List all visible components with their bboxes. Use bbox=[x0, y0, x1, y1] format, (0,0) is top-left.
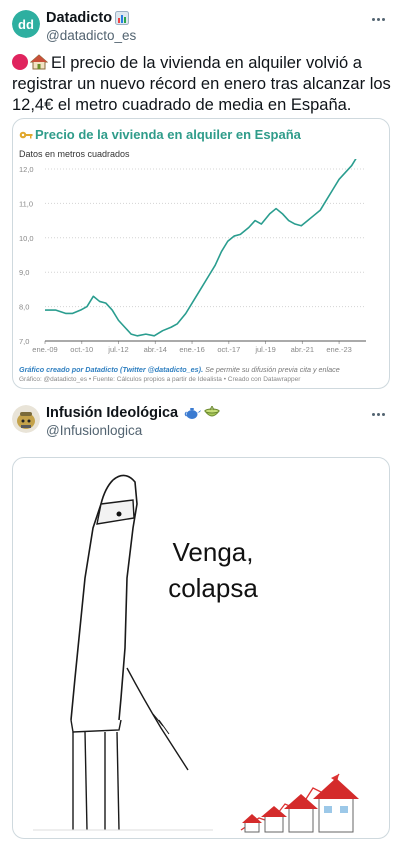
house-icon bbox=[284, 794, 318, 833]
meme-caption-line: Venga, bbox=[172, 537, 254, 567]
x-tick-label: oct.-10 bbox=[70, 345, 93, 354]
user-handle[interactable]: @Infusionlogica bbox=[46, 423, 142, 438]
chart-title: Precio de la vivienda en alquiler en Esp… bbox=[35, 127, 301, 142]
red-circle-icon bbox=[12, 54, 28, 70]
house-icon bbox=[313, 778, 359, 833]
display-name[interactable]: Infusión Ideológica bbox=[46, 405, 178, 421]
x-tick-label: oct.-17 bbox=[217, 345, 240, 354]
more-options-button[interactable] bbox=[366, 12, 390, 26]
more-dot-icon bbox=[376, 412, 380, 416]
chart-card[interactable]: Precio de la vivienda en alquiler en Esp… bbox=[12, 118, 390, 389]
meme-caption: Venga, colapsa bbox=[153, 534, 273, 606]
more-dot-icon bbox=[376, 17, 380, 21]
x-tick-label: jul.-19 bbox=[254, 345, 275, 354]
meme-caption-line: colapsa bbox=[168, 573, 258, 603]
matcha-tea-icon bbox=[204, 406, 221, 417]
chart-title-row: Precio de la vivienda en alquiler en Esp… bbox=[19, 127, 301, 142]
tweet-text: El precio de la vivienda en alquiler vol… bbox=[12, 53, 392, 116]
house-icon bbox=[261, 806, 287, 833]
y-tick-label: 12,0 bbox=[19, 165, 34, 174]
x-tick-label: ene.-16 bbox=[179, 345, 204, 354]
y-tick-label: 9,0 bbox=[19, 268, 29, 277]
avatar-text: dd bbox=[18, 17, 34, 32]
more-dot-icon bbox=[381, 412, 385, 416]
more-dot-icon bbox=[371, 412, 375, 416]
tweet-infusion: Infusión Ideológica @Infusionlogica Veng… bbox=[0, 395, 400, 844]
tweet-body-text: El precio de la vivienda en alquiler vol… bbox=[12, 54, 391, 114]
y-tick-label: 8,0 bbox=[19, 303, 29, 312]
house-icon bbox=[30, 54, 48, 70]
x-tick-label: ene.-23 bbox=[326, 345, 351, 354]
teapot-icon bbox=[184, 408, 202, 419]
y-tick-label: 11,0 bbox=[19, 199, 33, 208]
x-tick-label: abr.-14 bbox=[144, 345, 167, 354]
line-chart: 7,0 8,0 9,0 10,0 11,0 12,0 ene.-09 oct.-10 jul.-… bbox=[19, 159, 366, 354]
chart-source: Gráfico: @datadicto_es • Fuente: Cálculo… bbox=[19, 376, 301, 383]
more-options-button[interactable] bbox=[366, 407, 390, 421]
y-tick-label: 7,0 bbox=[19, 337, 29, 346]
display-name[interactable]: Datadicto bbox=[46, 10, 112, 26]
bar-chart-icon bbox=[115, 11, 130, 25]
meme-image[interactable]: Venga, colapsa bbox=[12, 457, 390, 839]
avatar[interactable]: dd bbox=[12, 10, 40, 38]
key-icon bbox=[19, 131, 33, 138]
credit-link[interactable]: Gráfico creado por Datadicto (Twitter @d… bbox=[19, 365, 203, 374]
x-tick-label: jul.-12 bbox=[107, 345, 128, 354]
more-dot-icon bbox=[371, 17, 375, 21]
chart-subtitle: Datos en metros cuadrados bbox=[19, 149, 130, 159]
series-line bbox=[45, 159, 357, 337]
avatar[interactable] bbox=[12, 405, 40, 433]
standing-figure-drawing bbox=[33, 474, 359, 833]
chart-credit: Gráfico creado por Datadicto (Twitter @d… bbox=[19, 365, 385, 375]
y-tick-label: 10,0 bbox=[19, 234, 34, 243]
x-tick-label: abr.-21 bbox=[291, 345, 314, 354]
credit-note: Se permite su difusión previa cita y enl… bbox=[203, 365, 340, 374]
user-handle[interactable]: @datadicto_es bbox=[46, 28, 136, 43]
more-dot-icon bbox=[381, 17, 385, 21]
x-tick-label: ene.-09 bbox=[32, 345, 57, 354]
house-icon bbox=[242, 814, 262, 833]
tweet-datadicto: dd Datadicto @datadicto_es El precio de … bbox=[0, 0, 400, 395]
